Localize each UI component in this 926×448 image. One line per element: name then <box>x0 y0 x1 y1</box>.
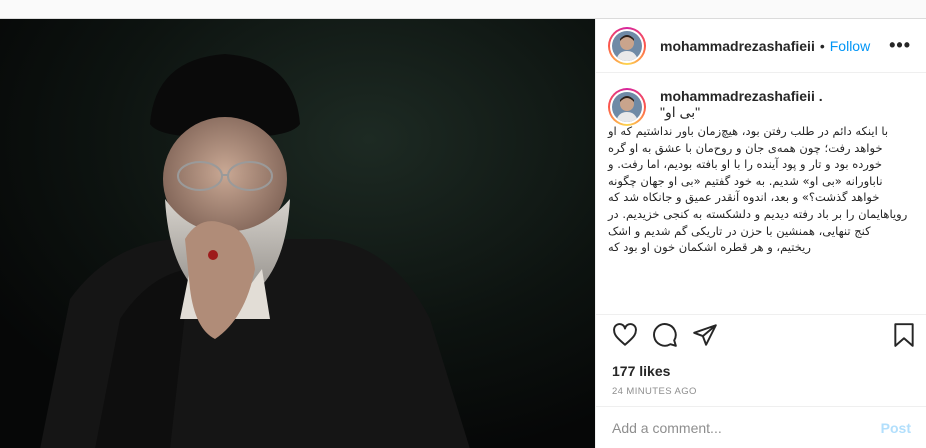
more-options-icon[interactable]: ••• <box>889 35 911 56</box>
action-bar <box>596 314 926 354</box>
caption-avatar[interactable] <box>608 88 646 126</box>
caption-row: mohammadrezashafieii . "بی او" با اینکه … <box>608 88 911 256</box>
caption-username[interactable]: mohammadrezashafieii . <box>660 88 911 104</box>
post-comment-button[interactable]: Post <box>881 420 911 436</box>
post-header: mohammadrezashafieii • Follow ••• <box>596 19 926 73</box>
post-timestamp[interactable]: 24 MINUTES AGO <box>612 386 697 397</box>
share-icon[interactable] <box>692 322 718 348</box>
post-sidebar: mohammadrezashafieii • Follow ••• mohamm… <box>595 19 926 448</box>
caption-section: mohammadrezashafieii . "بی او" با اینکه … <box>596 74 926 314</box>
comment-input[interactable] <box>612 420 881 436</box>
post-photo[interactable] <box>0 19 595 448</box>
caption-body: mohammadrezashafieii . "بی او" با اینکه … <box>608 88 911 256</box>
caption-text: با اینکه دائم در طلب رفتن بود، هیچ‌زمان … <box>608 124 908 255</box>
add-comment-bar: Post <box>596 406 926 448</box>
instagram-post: mohammadrezashafieii • Follow ••• mohamm… <box>0 18 926 448</box>
comment-icon[interactable] <box>652 322 678 348</box>
likes-count[interactable]: 177 likes <box>612 363 670 379</box>
post-photo-art <box>0 19 595 448</box>
bookmark-icon[interactable] <box>891 322 917 348</box>
caption-title: "بی او" <box>660 104 701 120</box>
separator-dot: • <box>819 37 825 54</box>
author-avatar[interactable] <box>608 26 646 65</box>
follow-button[interactable]: Follow <box>830 38 870 54</box>
heart-icon[interactable] <box>612 322 638 348</box>
author-username[interactable]: mohammadrezashafieii <box>660 38 815 54</box>
